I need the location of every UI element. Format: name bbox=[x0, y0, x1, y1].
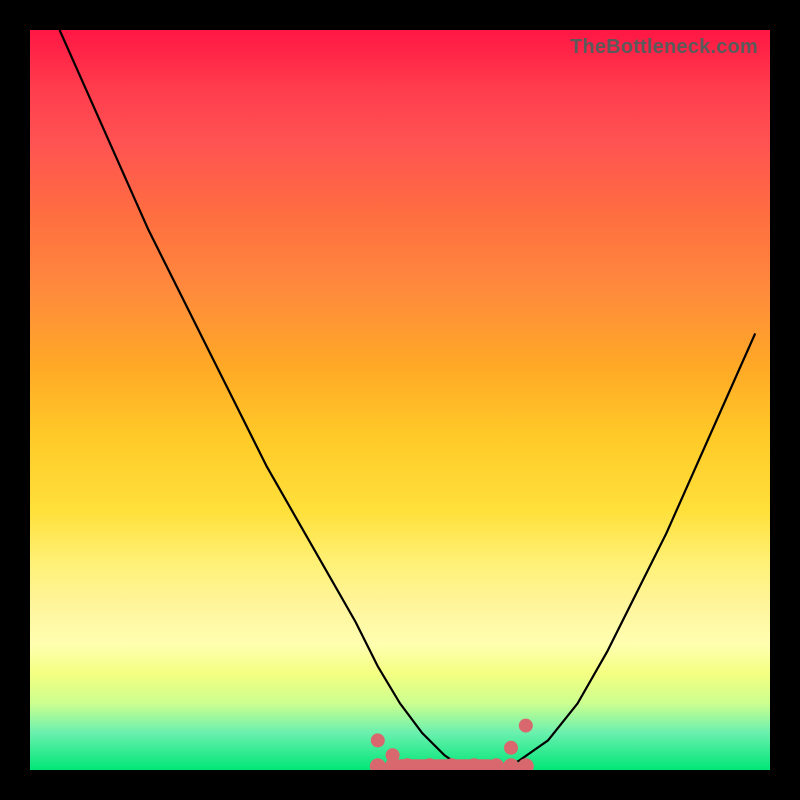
bottleneck-curve bbox=[60, 30, 756, 770]
curve-layer bbox=[30, 30, 770, 770]
plot-area: TheBottleneck.com bbox=[30, 30, 770, 770]
valley-markers bbox=[370, 719, 534, 770]
chart-frame: TheBottleneck.com bbox=[0, 0, 800, 800]
